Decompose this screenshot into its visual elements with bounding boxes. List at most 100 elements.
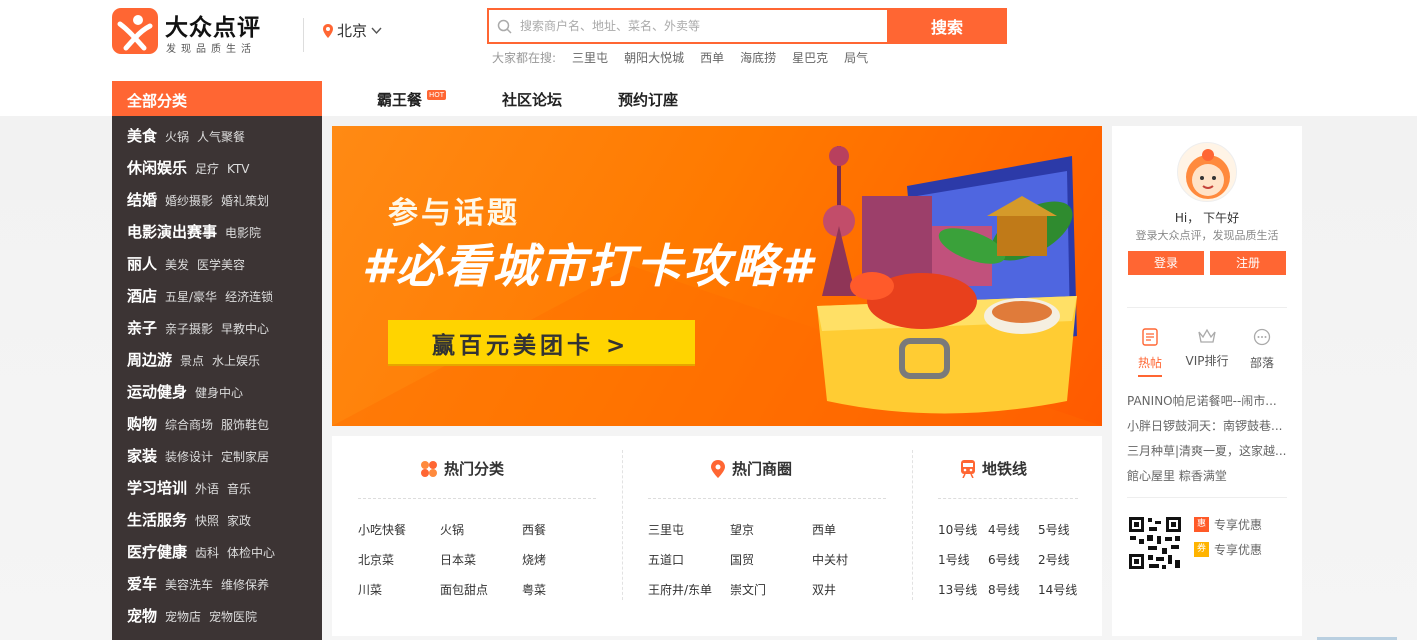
subcategory-link[interactable]: 人气聚餐 [197,128,245,145]
subcategory-link[interactable]: 婚纱摄影 [165,192,213,209]
avatar[interactable] [1177,142,1237,202]
hot-district-link[interactable]: 双井 [812,581,836,598]
search-input[interactable] [518,18,878,34]
subcategory-link[interactable]: 齿科 [195,544,219,561]
subway-line-link[interactable]: 1号线 [938,551,970,568]
hot-category-link[interactable]: 西餐 [522,521,546,538]
subcategory-link[interactable]: 服饰鞋包 [221,416,269,433]
category-name[interactable]: 学习培训 [127,477,187,498]
brand-name[interactable]: 大众点评 [165,8,261,42]
hot-district-link[interactable]: 中关村 [812,551,848,568]
hot-search-word[interactable]: 朝阳大悦城 [624,49,684,66]
subcategory-link[interactable]: 婚礼策划 [221,192,269,209]
subcategory-link[interactable]: 定制家居 [221,448,269,465]
hot-category-link[interactable]: 面包甜点 [440,581,488,598]
subcategory-link[interactable]: 电影院 [225,224,261,241]
subcategory-link[interactable]: 足疗 [195,160,219,177]
hot-search-word[interactable]: 局气 [844,49,868,66]
subway-line-link[interactable]: 2号线 [1038,551,1070,568]
subcategory-link[interactable]: 快照 [195,512,219,529]
hot-category-link[interactable]: 小吃快餐 [358,521,406,538]
category-name[interactable]: 周边游 [127,349,172,370]
category-name[interactable]: 爱车 [127,573,157,594]
category-name[interactable]: 医疗健康 [127,541,187,562]
subway-line-link[interactable]: 13号线 [938,581,977,598]
subcategory-link[interactable]: 宠物医院 [209,608,257,625]
hot-category-link[interactable]: 烧烤 [522,551,546,568]
logo-icon[interactable] [112,8,158,54]
category-name[interactable]: 宠物 [127,605,157,626]
subcategory-link[interactable]: 宠物店 [165,608,201,625]
subcategory-link[interactable]: 装修设计 [165,448,213,465]
hot-category-link[interactable]: 川菜 [358,581,382,598]
hot-category-link[interactable]: 北京菜 [358,551,394,568]
nav-item-reservation[interactable]: 预约订座 [618,89,678,110]
subcategory-link[interactable]: 经济连锁 [225,288,273,305]
tab-vip-ranking[interactable]: VIP排行 [1177,328,1237,369]
subcategory-link[interactable]: 早教中心 [221,320,269,337]
subway-line-link[interactable]: 5号线 [1038,521,1070,538]
category-name[interactable]: 亲子 [127,317,157,338]
subcategory-link[interactable]: 维修保养 [221,576,269,593]
subcategory-link[interactable]: 火锅 [165,128,189,145]
subcategory-link[interactable]: 家政 [227,512,251,529]
subcategory-link[interactable]: KTV [227,162,249,176]
subcategory-link[interactable]: 美容洗车 [165,576,213,593]
promo-item[interactable]: 券 专享优惠 [1194,541,1262,558]
subcategory-link[interactable]: 景点 [180,352,204,369]
hot-district-link[interactable]: 五道口 [648,551,684,568]
hot-post-link[interactable]: 三月种草|清爽一夏，这家越... [1127,442,1287,459]
subway-line-link[interactable]: 4号线 [988,521,1020,538]
hot-search-word[interactable]: 西单 [700,49,724,66]
subcategory-link[interactable]: 五星/豪华 [165,288,217,305]
nav-item-forum[interactable]: 社区论坛 [502,89,562,110]
hot-district-link[interactable]: 王府井/东单 [648,581,712,598]
category-name[interactable]: 电影演出赛事 [127,221,217,242]
subcategory-link[interactable]: 水上娱乐 [212,352,260,369]
tab-tribe[interactable]: 部落 [1232,328,1292,371]
category-name[interactable]: 休闲娱乐 [127,157,187,178]
category-name[interactable]: 酒店 [127,285,157,306]
hot-post-link[interactable]: 小胖日锣鼓洞天：南锣鼓巷... [1127,417,1287,434]
category-name[interactable]: 家装 [127,445,157,466]
hot-search-word[interactable]: 海底捞 [740,49,776,66]
subway-line-link[interactable]: 14号线 [1038,581,1077,598]
hot-district-link[interactable]: 国贸 [730,551,754,568]
subway-line-link[interactable]: 8号线 [988,581,1020,598]
hot-district-link[interactable]: 西单 [812,521,836,538]
category-name[interactable]: 丽人 [127,253,157,274]
subcategory-link[interactable]: 亲子摄影 [165,320,213,337]
subcategory-link[interactable]: 健身中心 [195,384,243,401]
category-name[interactable]: 生活服务 [127,509,187,530]
hot-category-link[interactable]: 日本菜 [440,551,476,568]
subcategory-link[interactable]: 美发 [165,256,189,273]
hot-district-link[interactable]: 望京 [730,521,754,538]
subcategory-link[interactable]: 音乐 [227,480,251,497]
hot-district-link[interactable]: 三里屯 [648,521,684,538]
hot-category-link[interactable]: 火锅 [440,521,464,538]
subcategory-link[interactable]: 综合商场 [165,416,213,433]
tab-hot-posts[interactable]: 热帖 [1120,328,1180,377]
nav-item-bawangcan[interactable]: 霸王餐 [377,89,422,110]
subway-line-link[interactable]: 10号线 [938,521,977,538]
banner-cta-button[interactable]: 赢百元美团卡 > [388,320,695,364]
city-selector[interactable]: 北京 [323,20,382,41]
hot-post-link[interactable]: 館心屋里 粽香满堂 [1127,467,1287,484]
subcategory-link[interactable]: 医学美容 [197,256,245,273]
search-button[interactable]: 搜索 [887,8,1007,44]
hot-search-word[interactable]: 三里屯 [572,49,608,66]
register-button[interactable]: 注册 [1210,251,1286,275]
subcategory-link[interactable]: 体检中心 [227,544,275,561]
category-name[interactable]: 运动健身 [127,381,187,402]
login-button[interactable]: 登录 [1128,251,1204,275]
category-name[interactable]: 结婚 [127,189,157,210]
promo-item[interactable]: 惠 专享优惠 [1194,516,1262,533]
all-categories-header[interactable]: 全部分类 [112,81,322,116]
hot-category-link[interactable]: 粤菜 [522,581,546,598]
promo-banner[interactable]: 参与话题 #必看城市打卡攻略# 赢百元美团卡 > [332,126,1102,426]
category-name[interactable]: 购物 [127,413,157,434]
subway-line-link[interactable]: 6号线 [988,551,1020,568]
category-name[interactable]: 美食 [127,125,157,146]
subcategory-link[interactable]: 外语 [195,480,219,497]
hot-district-link[interactable]: 崇文门 [730,581,766,598]
